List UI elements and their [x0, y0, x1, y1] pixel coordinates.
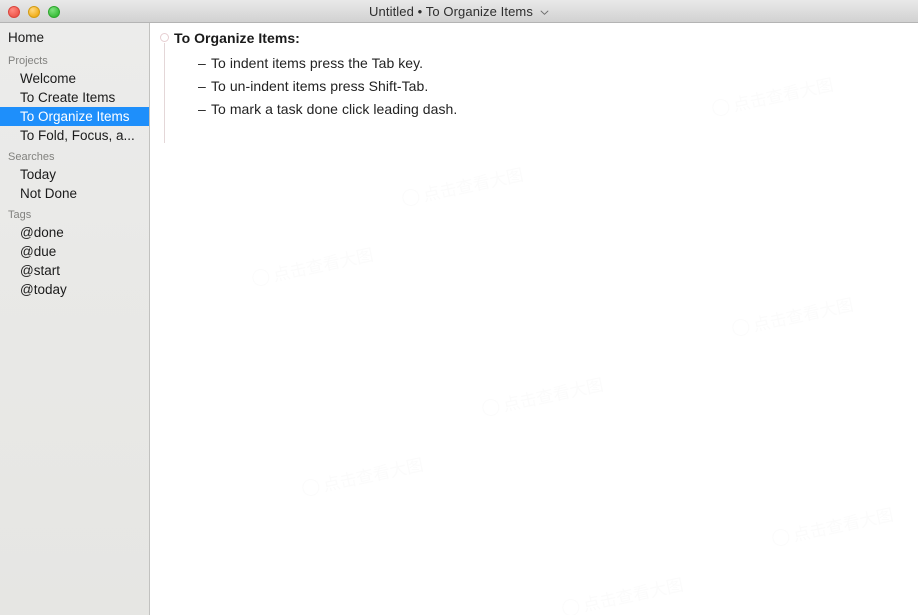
outline-item[interactable]: – To un-indent items press Shift-Tab. — [198, 75, 918, 98]
sidebar-item-home[interactable]: Home — [0, 27, 149, 49]
sidebar-item-tag-done[interactable]: @done — [0, 223, 149, 242]
outline-item-dash[interactable]: – — [198, 98, 211, 120]
window-controls — [8, 6, 60, 18]
watermark-label: 点击查看大图 — [271, 245, 376, 286]
chevron-down-icon[interactable] — [540, 8, 549, 17]
close-window-button[interactable] — [8, 6, 20, 18]
watermark-label: 点击查看大图 — [321, 455, 426, 496]
sidebar-item-label: To Create Items — [20, 89, 116, 105]
sidebar-item-label: Today — [20, 166, 57, 182]
sidebar-section-header-searches: Searches — [8, 151, 55, 163]
watermark-text: 点击查看大图 — [400, 160, 526, 210]
watermark-label: 点击查看大图 — [501, 375, 606, 416]
outline-item-text: To mark a task done click leading dash. — [211, 101, 458, 117]
watermark-text: 点击查看大图 — [250, 240, 376, 290]
sidebar-item-today[interactable]: Today — [0, 165, 149, 184]
window-title: Untitled • To Organize Items — [369, 4, 533, 19]
sidebar-item-label: To Fold, Focus, a... — [20, 127, 135, 143]
outline-item[interactable]: – To indent items press the Tab key. — [198, 52, 918, 75]
watermark-label: 点击查看大图 — [421, 165, 526, 206]
sidebar-item-not-done[interactable]: Not Done — [0, 184, 149, 203]
watermark-text: 点击查看大图 — [770, 500, 896, 550]
sidebar-item-tag-start[interactable]: @start — [0, 261, 149, 280]
watermark-logo-icon — [560, 597, 581, 615]
outline-item-dash[interactable]: – — [198, 75, 211, 97]
sidebar-item-to-organize-items[interactable]: To Organize Items — [0, 107, 149, 126]
sidebar-item-to-fold-focus[interactable]: To Fold, Focus, a... — [0, 126, 149, 145]
watermark-logo-icon — [250, 267, 271, 288]
watermark-logo-icon — [400, 187, 421, 208]
outline-item-dash[interactable]: – — [198, 52, 211, 74]
minimize-window-button[interactable] — [28, 6, 40, 18]
sidebar-item-tag-due[interactable]: @due — [0, 242, 149, 261]
watermark-label: 点击查看大图 — [791, 505, 896, 546]
outline-children: – To indent items press the Tab key. – T… — [174, 49, 918, 121]
watermark-logo-icon — [730, 317, 751, 338]
outline-item[interactable]: – To mark a task done click leading dash… — [198, 98, 918, 121]
title-bar: Untitled • To Organize Items — [0, 0, 918, 23]
sidebar-item-tag-today[interactable]: @today — [0, 280, 149, 299]
outline-guide-line — [164, 43, 165, 143]
sidebar-item-label: @done — [20, 224, 64, 240]
watermark-text: 点击查看大图 — [730, 290, 856, 340]
watermark-logo-icon — [300, 477, 321, 498]
sidebar-item-label: Welcome — [20, 70, 77, 86]
sidebar-item-label: @today — [20, 281, 67, 297]
sidebar-item-label: To Organize Items — [20, 108, 130, 124]
sidebar-item-label: @start — [20, 262, 60, 278]
sidebar-section-header-projects: Projects — [8, 55, 48, 67]
outline-item-text: To un-indent items press Shift-Tab. — [211, 78, 429, 94]
outline-bullet-icon[interactable] — [160, 33, 169, 42]
sidebar-item-home-label: Home — [8, 30, 45, 45]
sidebar-item-to-create-items[interactable]: To Create Items — [0, 88, 149, 107]
content-area[interactable]: 点击查看大图 点击查看大图 点击查看大图 点击查看大图 点击查看大图 点击查看大图 点击查看… — [151, 23, 918, 615]
watermark-label: 点击查看大图 — [581, 575, 686, 615]
outline-heading[interactable]: To Organize Items: — [174, 23, 918, 49]
watermark-label: 点击查看大图 — [751, 295, 856, 336]
maximize-window-button[interactable] — [48, 6, 60, 18]
application-window: Untitled • To Organize Items Home Projec… — [0, 0, 918, 615]
sidebar-item-label: @due — [20, 243, 57, 259]
outline-document[interactable]: To Organize Items: – To indent items pre… — [151, 23, 918, 143]
watermark-text: 点击查看大图 — [560, 570, 686, 615]
outline-root-row: To Organize Items: – To indent items pre… — [151, 23, 918, 143]
sidebar-item-label: Not Done — [20, 185, 78, 201]
sidebar-section-header-tags: Tags — [8, 209, 32, 221]
window-title-container: Untitled • To Organize Items — [0, 0, 918, 23]
sidebar-item-welcome[interactable]: Welcome — [0, 69, 149, 88]
sidebar[interactable]: Home Projects Welcome To Create Items To… — [0, 23, 150, 615]
watermark-text: 点击查看大图 — [300, 450, 426, 500]
watermark-logo-icon — [480, 397, 501, 418]
outline-item-text: To indent items press the Tab key. — [211, 55, 424, 71]
watermark-logo-icon — [770, 527, 791, 548]
sidebar-list: Home Projects Welcome To Create Items To… — [0, 23, 149, 299]
watermark-text: 点击查看大图 — [480, 370, 606, 420]
